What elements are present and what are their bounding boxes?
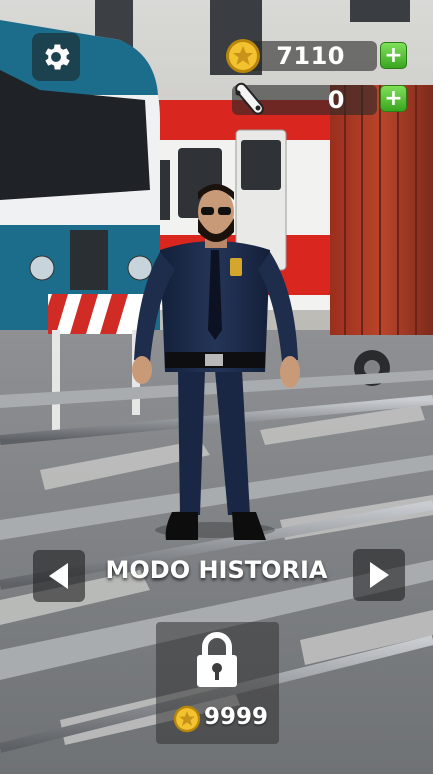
lock-icon: [197, 632, 237, 687]
settings-button[interactable]: [32, 33, 80, 81]
arrow-right-icon: [370, 562, 389, 588]
coin-count: 7110: [276, 42, 345, 70]
buy-coins-button[interactable]: +: [380, 42, 407, 69]
skateboard-count: 0: [327, 86, 345, 114]
skateboard-icon: [235, 82, 264, 115]
coin-icon: [173, 705, 201, 733]
gear-icon: [45, 44, 70, 70]
next-mode-button[interactable]: [353, 549, 405, 601]
plus-icon: +: [384, 85, 403, 111]
coin-icon: [226, 39, 260, 73]
plus-icon: +: [384, 42, 403, 68]
buy-skateboards-button[interactable]: +: [380, 85, 407, 112]
unlock-price: 9999: [204, 704, 269, 730]
